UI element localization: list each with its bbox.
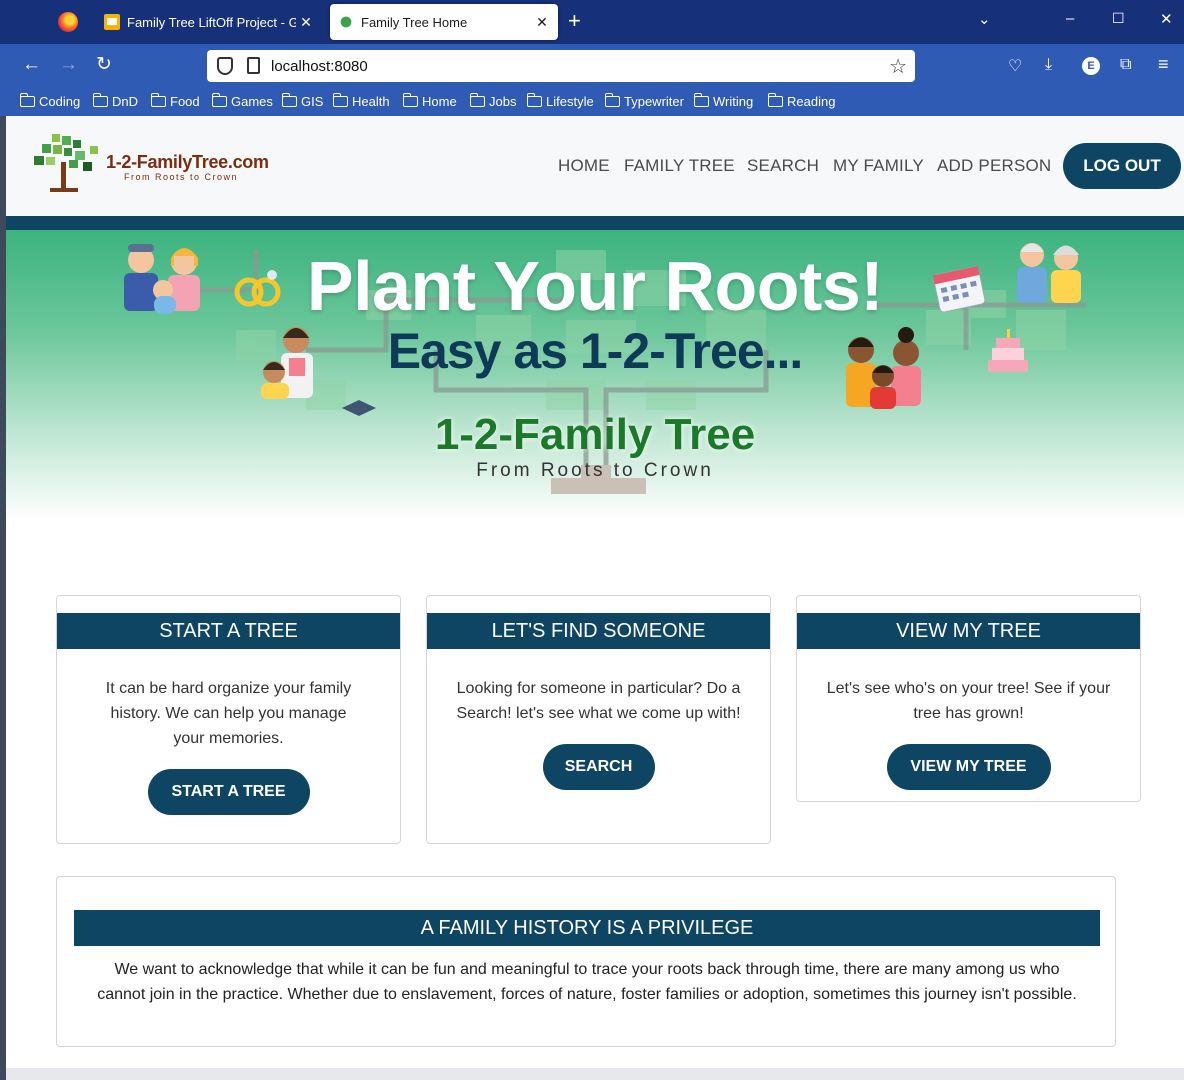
bookmark-label: DnD <box>112 94 139 109</box>
folder-icon <box>402 93 418 107</box>
back-arrow-icon[interactable]: ← <box>22 54 41 76</box>
forward-arrow-icon[interactable]: → <box>59 54 78 76</box>
hero-tagline: From Roots to Crown <box>476 460 714 481</box>
nav-home[interactable]: HOME <box>558 156 610 176</box>
card-text: Let's see who's on your tree! See if you… <box>826 680 1111 722</box>
new-tab-button[interactable]: + <box>568 9 581 33</box>
bookmark-label: GIS <box>301 94 324 109</box>
bookmarks-toolbar: Coding DnD Food Games GIS Health Home Jo… <box>0 88 1184 116</box>
bookmark-lifestyle[interactable]: Lifestyle <box>526 93 594 109</box>
bookmark-reading[interactable]: Reading <box>767 93 836 109</box>
bookmark-gis[interactable]: GIS <box>281 93 324 109</box>
brand-tagline: From Roots to Crown <box>124 172 239 182</box>
menu-icon[interactable]: ≡ <box>1158 54 1169 75</box>
bookmark-label: Health <box>352 94 390 109</box>
close-icon[interactable]: ✕ <box>532 14 552 31</box>
card-heading: LET'S FIND SOMEONE <box>427 613 770 649</box>
bookmark-label: Reading <box>787 94 836 109</box>
nav-search[interactable]: SEARCH <box>747 156 819 176</box>
folder-icon <box>693 93 709 107</box>
pocket-icon[interactable]: ♡ <box>1008 56 1022 76</box>
card-heading: VIEW MY TREE <box>797 613 1140 649</box>
hero-brand: 1-2-Family Tree <box>434 410 756 459</box>
extensions-icon[interactable]: ⧉ <box>1120 56 1131 74</box>
folder-icon <box>332 93 348 107</box>
slides-icon <box>104 14 120 30</box>
folder-icon <box>526 93 542 107</box>
bookmark-coding[interactable]: Coding <box>19 93 81 109</box>
download-icon[interactable]: ⤓ <box>1045 56 1052 74</box>
bookmark-jobs[interactable]: Jobs <box>469 93 517 109</box>
bookmark-label: Typewriter <box>624 94 684 109</box>
account-icon[interactable]: E <box>1082 57 1100 75</box>
web-page: 1-2-FamilyTree.com From Roots to Crown H… <box>6 116 1184 1080</box>
folder-icon <box>469 93 485 107</box>
view-my-tree-button[interactable]: VIEW MY TREE <box>886 744 1051 790</box>
bookmark-label: Coding <box>39 94 81 109</box>
folder-icon <box>19 93 35 107</box>
minimize-button[interactable]: – <box>1066 10 1074 27</box>
hero-banner: Plant Your Roots! Easy as 1-2-Tree... 1-… <box>6 230 1184 520</box>
start-tree-button[interactable]: START A TREE <box>147 769 310 815</box>
search-button[interactable]: SEARCH <box>542 744 655 790</box>
card-text: It can be hard organize your family hist… <box>105 680 352 747</box>
bookmark-label: Games <box>231 94 273 109</box>
bookmark-label: Food <box>170 94 200 109</box>
tab-title: Family Tree Home <box>361 14 468 30</box>
nav-family-tree[interactable]: FAMILY TREE <box>624 156 735 176</box>
card-heading: START A TREE <box>57 613 400 649</box>
bookmark-games[interactable]: Games <box>211 93 273 109</box>
bookmark-home[interactable]: Home <box>402 93 457 109</box>
page-info-icon[interactable] <box>247 57 260 74</box>
bookmark-writing[interactable]: Writing <box>693 93 754 109</box>
folder-icon <box>92 93 108 107</box>
bookmark-typewriter[interactable]: Typewriter <box>604 93 684 109</box>
tree-icon <box>338 14 354 30</box>
privilege-heading: A FAMILY HISTORY IS A PRIVILEGE <box>74 910 1100 946</box>
card-text: Looking for someone in particular? Do a … <box>456 680 741 722</box>
privilege-panel: A FAMILY HISTORY IS A PRIVILEGE We want … <box>56 876 1116 1047</box>
header-divider <box>6 216 1184 230</box>
card-find-someone: LET'S FIND SOMEONE Looking for someone i… <box>426 595 771 844</box>
bookmark-label: Home <box>422 94 457 109</box>
bookmark-label: Writing <box>713 94 754 109</box>
bookmark-label: Lifestyle <box>546 94 594 109</box>
tree-logo-icon[interactable] <box>28 132 100 194</box>
folder-icon <box>211 93 227 107</box>
bookmark-dnd[interactable]: DnD <box>92 93 139 109</box>
bookmark-food[interactable]: Food <box>150 93 200 109</box>
page-bottom-edge <box>6 1068 1184 1080</box>
url-text[interactable]: localhost:8080 <box>271 58 368 75</box>
navigation-toolbar: ← → ↻ localhost:8080 ☆ ♡ ⤓ E ⧉ ≡ <box>0 44 1184 88</box>
tab-liftoff-project[interactable]: Family Tree LiftOff Project - Goo ✕ <box>96 4 322 40</box>
tab-strip: Family Tree LiftOff Project - Goo ✕ Fami… <box>0 0 1184 44</box>
hero-title: Plant Your Roots! <box>306 247 884 325</box>
maximize-button[interactable]: ☐ <box>1112 10 1125 27</box>
close-window-button[interactable]: ✕ <box>1160 10 1173 28</box>
card-start-tree: START A TREE It can be hard organize you… <box>56 595 401 844</box>
hero-subtitle: Easy as 1-2-Tree... <box>387 323 804 379</box>
brand-name[interactable]: 1-2-FamilyTree.com <box>106 152 269 173</box>
url-bar[interactable]: localhost:8080 ☆ <box>207 50 915 82</box>
tab-family-tree-home[interactable]: Family Tree Home ✕ <box>330 4 558 40</box>
bookmark-label: Jobs <box>489 94 517 109</box>
bookmark-health[interactable]: Health <box>332 93 390 109</box>
firefox-icon[interactable] <box>58 12 78 32</box>
logout-button[interactable]: LOG OUT <box>1063 143 1181 189</box>
shield-icon[interactable] <box>217 57 233 75</box>
tab-title: Family Tree LiftOff Project - Goo <box>127 14 296 30</box>
close-icon[interactable]: ✕ <box>296 14 316 31</box>
folder-icon <box>281 93 297 107</box>
nav-add-person[interactable]: ADD PERSON <box>937 156 1051 176</box>
card-view-tree: VIEW MY TREE Let's see who's on your tre… <box>796 595 1141 802</box>
nav-my-family[interactable]: MY FAMILY <box>833 156 924 176</box>
chevron-down-icon[interactable]: ⌄ <box>978 10 991 28</box>
privilege-text: We want to acknowledge that while it can… <box>97 961 1077 1003</box>
folder-icon <box>150 93 166 107</box>
folder-icon <box>604 93 620 107</box>
site-header: 1-2-FamilyTree.com From Roots to Crown H… <box>6 116 1184 216</box>
reload-icon[interactable]: ↻ <box>96 54 112 76</box>
star-icon[interactable]: ☆ <box>889 54 907 79</box>
folder-icon <box>767 93 783 107</box>
